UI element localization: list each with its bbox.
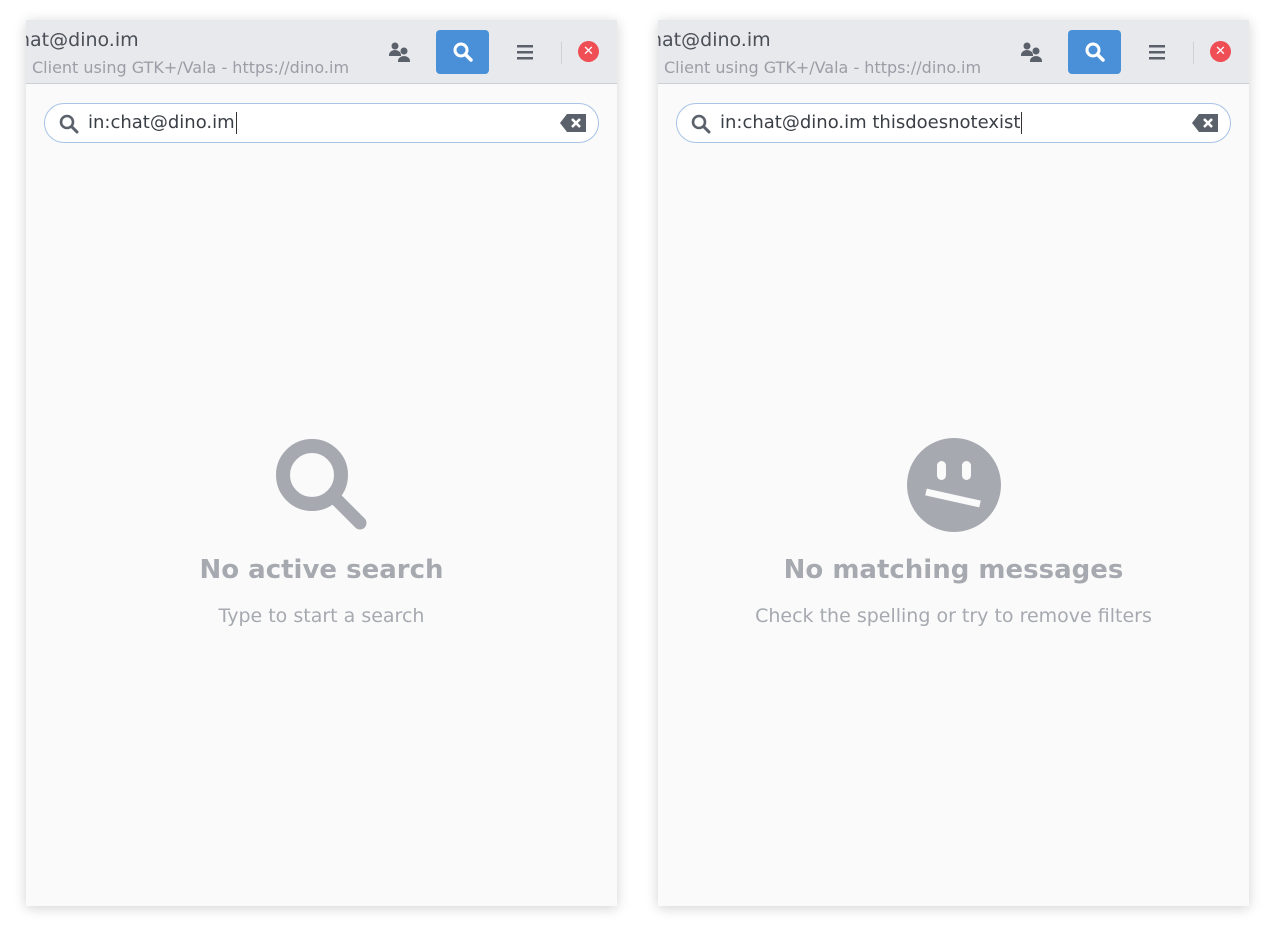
close-icon: ✕ — [583, 44, 594, 59]
confused-face-icon — [658, 437, 1249, 537]
separator — [561, 42, 562, 64]
chat-subtitle: Client using GTK+/Vala - https://dino.im — [32, 58, 350, 77]
occupants-button[interactable] — [1005, 30, 1058, 74]
chat-subtitle: Client using GTK+/Vala - https://dino.im — [664, 58, 982, 77]
clear-search-icon[interactable] — [560, 114, 586, 132]
hamburger-icon — [1148, 45, 1165, 60]
search-toggle-button[interactable] — [436, 30, 489, 74]
users-icon — [1020, 42, 1042, 62]
search-icon — [453, 42, 473, 62]
close-button[interactable]: ✕ — [578, 41, 599, 62]
users-icon — [388, 42, 410, 62]
chat-window: hat@dino.im Client using GTK+/Vala - htt… — [658, 20, 1249, 906]
empty-subtitle: Check the spelling or try to remove filt… — [755, 605, 1152, 627]
search-input[interactable]: in:chat@dino.im — [44, 103, 599, 143]
occupants-button[interactable] — [373, 30, 426, 74]
chat-window: hat@dino.im Client using GTK+/Vala - htt… — [26, 20, 617, 906]
search-value[interactable]: in:chat@dino.im — [88, 112, 237, 134]
header-bar: hat@dino.im Client using GTK+/Vala - htt… — [658, 20, 1249, 84]
header-bar: hat@dino.im Client using GTK+/Vala - htt… — [26, 20, 617, 84]
empty-state: No matching messages Check the spelling … — [658, 437, 1249, 627]
close-icon: ✕ — [1215, 44, 1226, 59]
search-icon — [1085, 42, 1105, 62]
separator — [1193, 42, 1194, 64]
clear-search-icon[interactable] — [1192, 114, 1218, 132]
chat-title: hat@dino.im — [658, 29, 771, 51]
empty-state: No active search Type to start a search — [26, 437, 617, 627]
close-button[interactable]: ✕ — [1210, 41, 1231, 62]
empty-subtitle: Type to start a search — [218, 605, 425, 627]
search-input[interactable]: in:chat@dino.im thisdoesnotexist — [676, 103, 1231, 143]
search-icon — [26, 437, 617, 537]
empty-title: No matching messages — [783, 555, 1124, 585]
search-icon — [59, 114, 79, 134]
empty-title: No active search — [199, 555, 444, 585]
menu-button[interactable] — [498, 30, 551, 74]
hamburger-icon — [516, 45, 533, 60]
search-value[interactable]: in:chat@dino.im thisdoesnotexist — [720, 112, 1023, 134]
search-toggle-button[interactable] — [1068, 30, 1121, 74]
search-icon — [691, 114, 711, 134]
chat-title: hat@dino.im — [26, 29, 139, 51]
menu-button[interactable] — [1130, 30, 1183, 74]
